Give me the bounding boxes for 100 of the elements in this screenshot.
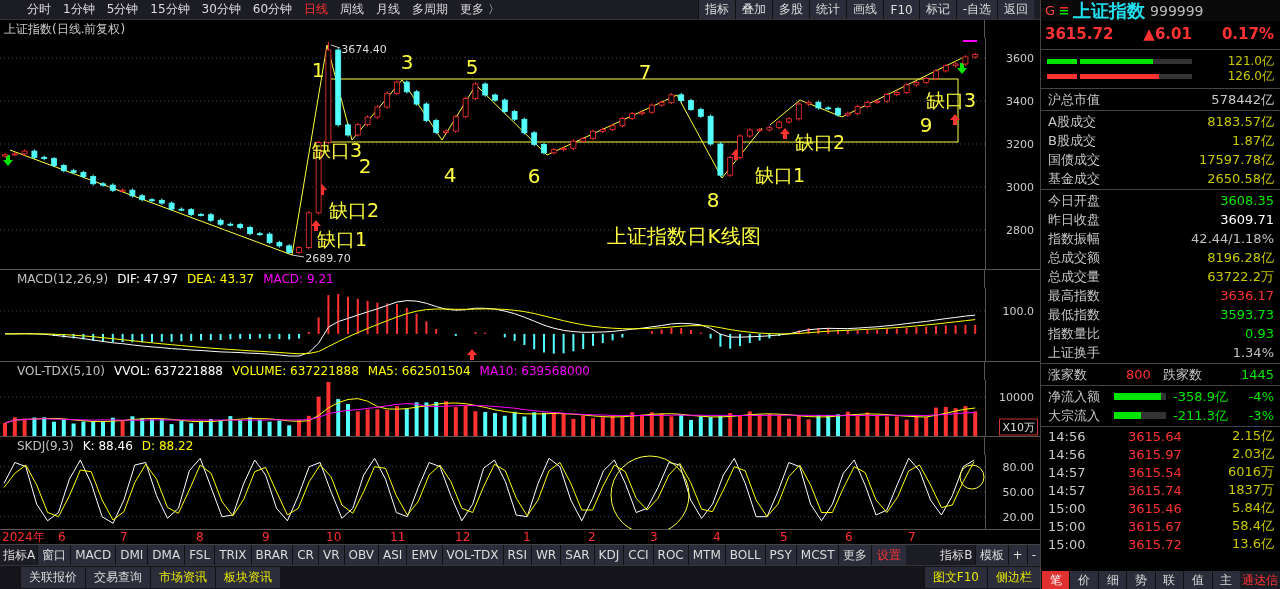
flow-amount: -211.3亿: [1172, 406, 1228, 425]
bottom-tab[interactable]: 交易查询: [85, 567, 150, 588]
toolbar-button[interactable]: -自选: [955, 0, 997, 19]
period-tab[interactable]: 分时: [22, 1, 56, 18]
indicator-tab[interactable]: VR: [317, 545, 344, 565]
legend-label: MA10: 639568000: [479, 364, 590, 378]
period-tab[interactable]: 5分钟: [101, 1, 144, 18]
down-arrow-icon: [957, 63, 967, 74]
settings-button[interactable]: 设置: [871, 545, 907, 565]
stat-label: A股成交: [1048, 112, 1096, 131]
tick-price: 3615.97: [1128, 446, 1183, 462]
indicator-tab[interactable]: MCST: [795, 545, 839, 565]
tick-time: 14:56: [1048, 446, 1087, 462]
stat-value: 800: [1126, 367, 1151, 382]
tick-time: 14:56: [1048, 428, 1087, 444]
indicator-tab[interactable]: DMI: [115, 545, 148, 565]
date-axis-label: 2: [588, 530, 596, 544]
indicator-tab[interactable]: ROC: [652, 545, 688, 565]
stat-value: 63722.2万: [1207, 267, 1274, 286]
detail-tab[interactable]: 笔: [1041, 571, 1070, 589]
tick-volume: 5.84亿: [1232, 499, 1274, 517]
candlestick: [472, 81, 479, 101]
toolbar-button[interactable]: F10: [883, 0, 919, 19]
detail-tab[interactable]: 联: [1154, 571, 1184, 589]
toolbar-button[interactable]: 多股: [772, 0, 810, 19]
badge-label: G: [1045, 3, 1056, 18]
menu-icon[interactable]: [1060, 6, 1069, 15]
bottom-tab[interactable]: 关联报价: [20, 567, 85, 588]
toolbar-button[interactable]: 画线: [846, 0, 884, 19]
candlestick: [462, 96, 469, 119]
axis-label: 3200: [1006, 137, 1034, 151]
stat-label: 国债成交: [1048, 150, 1100, 169]
indicator-tab[interactable]: PSY: [764, 545, 796, 565]
axis-label: 50.00: [1002, 485, 1034, 499]
bottom-tab[interactable]: 板块资讯: [215, 567, 280, 588]
chart-annotation: 缺口1: [754, 165, 806, 185]
indicator-tab[interactable]: BRAR: [250, 545, 293, 565]
legend-label: D: 88.22: [141, 439, 194, 453]
bottom-tab[interactable]: 图文F10: [923, 567, 987, 588]
indicator-tab[interactable]: 窗口: [37, 545, 71, 565]
indicator-tab[interactable]: DMA: [147, 545, 185, 565]
tick-time: 15:00: [1048, 500, 1087, 516]
stat-value: 17597.78亿: [1198, 150, 1274, 169]
candlestick: [198, 212, 204, 217]
legend-label: VOL-TDX(5,10): [17, 364, 106, 378]
period-tab[interactable]: 日线: [299, 1, 334, 18]
toolbar-button[interactable]: 标记: [918, 0, 956, 19]
detail-tab[interactable]: 势: [1126, 571, 1155, 589]
stat-label: B股成交: [1048, 131, 1096, 150]
indicator-tab[interactable]: CCI: [623, 545, 653, 565]
period-tab[interactable]: 周线: [335, 1, 370, 18]
indicator-tab[interactable]: +: [1007, 545, 1027, 565]
period-tab[interactable]: 更多 〉: [455, 1, 505, 18]
stat-label: 指数量比: [1048, 324, 1100, 343]
toolbar-button[interactable]: 叠加: [735, 0, 773, 19]
toolbar-button[interactable]: 统计: [809, 0, 847, 19]
indicator-tab[interactable]: FSL: [184, 545, 215, 565]
bottom-tab[interactable]: 市场资讯: [150, 567, 215, 588]
indicator-tab[interactable]: MACD: [70, 545, 116, 565]
period-tab[interactable]: 多周期: [407, 1, 454, 18]
chart-annotation: 3: [400, 52, 414, 72]
period-tab[interactable]: 月线: [371, 1, 406, 18]
stat-value: 3609.71: [1220, 212, 1274, 227]
indicator-tab[interactable]: MTM: [687, 545, 725, 565]
bottom-tab[interactable]: 侧边栏: [987, 567, 1040, 588]
detail-tab[interactable]: 价: [1069, 571, 1098, 589]
indicator-tab[interactable]: BOLL: [724, 545, 765, 565]
period-tab[interactable]: 30分钟: [196, 1, 246, 18]
toolbar-button[interactable]: 返回: [997, 0, 1034, 19]
indicator-tab[interactable]: 更多: [838, 545, 872, 565]
detail-tab[interactable]: 值: [1183, 571, 1212, 589]
axis-label: 20.00: [1002, 510, 1034, 524]
indicator-tab[interactable]: VOL-TDX: [441, 545, 503, 565]
indicator-tab[interactable]: 模板: [974, 545, 1008, 565]
chart-annotation: 9: [919, 115, 933, 135]
stat-value: 3593.73: [1220, 307, 1274, 322]
indicator-tab[interactable]: SAR: [560, 545, 594, 565]
indicator-tab[interactable]: ASI: [378, 545, 407, 565]
indicator-tab[interactable]: OBV: [343, 545, 379, 565]
detail-tab[interactable]: 细: [1097, 571, 1127, 589]
indicator-tab[interactable]: EMV: [406, 545, 442, 565]
indicator-tab[interactable]: WR: [531, 545, 561, 565]
stat-label: 基金成交: [1048, 169, 1100, 188]
detail-tab[interactable]: 主: [1211, 571, 1240, 589]
price-change: ▲6.01: [1143, 25, 1192, 43]
chart-annotation: 缺口3: [925, 90, 977, 110]
indicator-tab[interactable]: RSI: [502, 545, 531, 565]
indicator-tab[interactable]: CR: [292, 545, 318, 565]
axis-label: 3600: [1006, 51, 1034, 65]
period-tab[interactable]: 15分钟: [145, 1, 195, 18]
toolbar-button[interactable]: 指标: [698, 0, 736, 19]
legend-label: MACD: 9.21: [263, 272, 334, 286]
indicator-tab[interactable]: TRIX: [214, 545, 251, 565]
down-arrow-icon: [3, 155, 13, 166]
period-tab[interactable]: 60分钟: [247, 1, 298, 18]
date-axis-label: 8: [196, 530, 204, 544]
axis-label: 80.00: [1002, 460, 1034, 474]
period-tab[interactable]: 1分钟: [58, 1, 100, 18]
indicator-tab[interactable]: KDJ: [593, 545, 624, 565]
indicator-group-label: 指标A: [2, 547, 37, 564]
